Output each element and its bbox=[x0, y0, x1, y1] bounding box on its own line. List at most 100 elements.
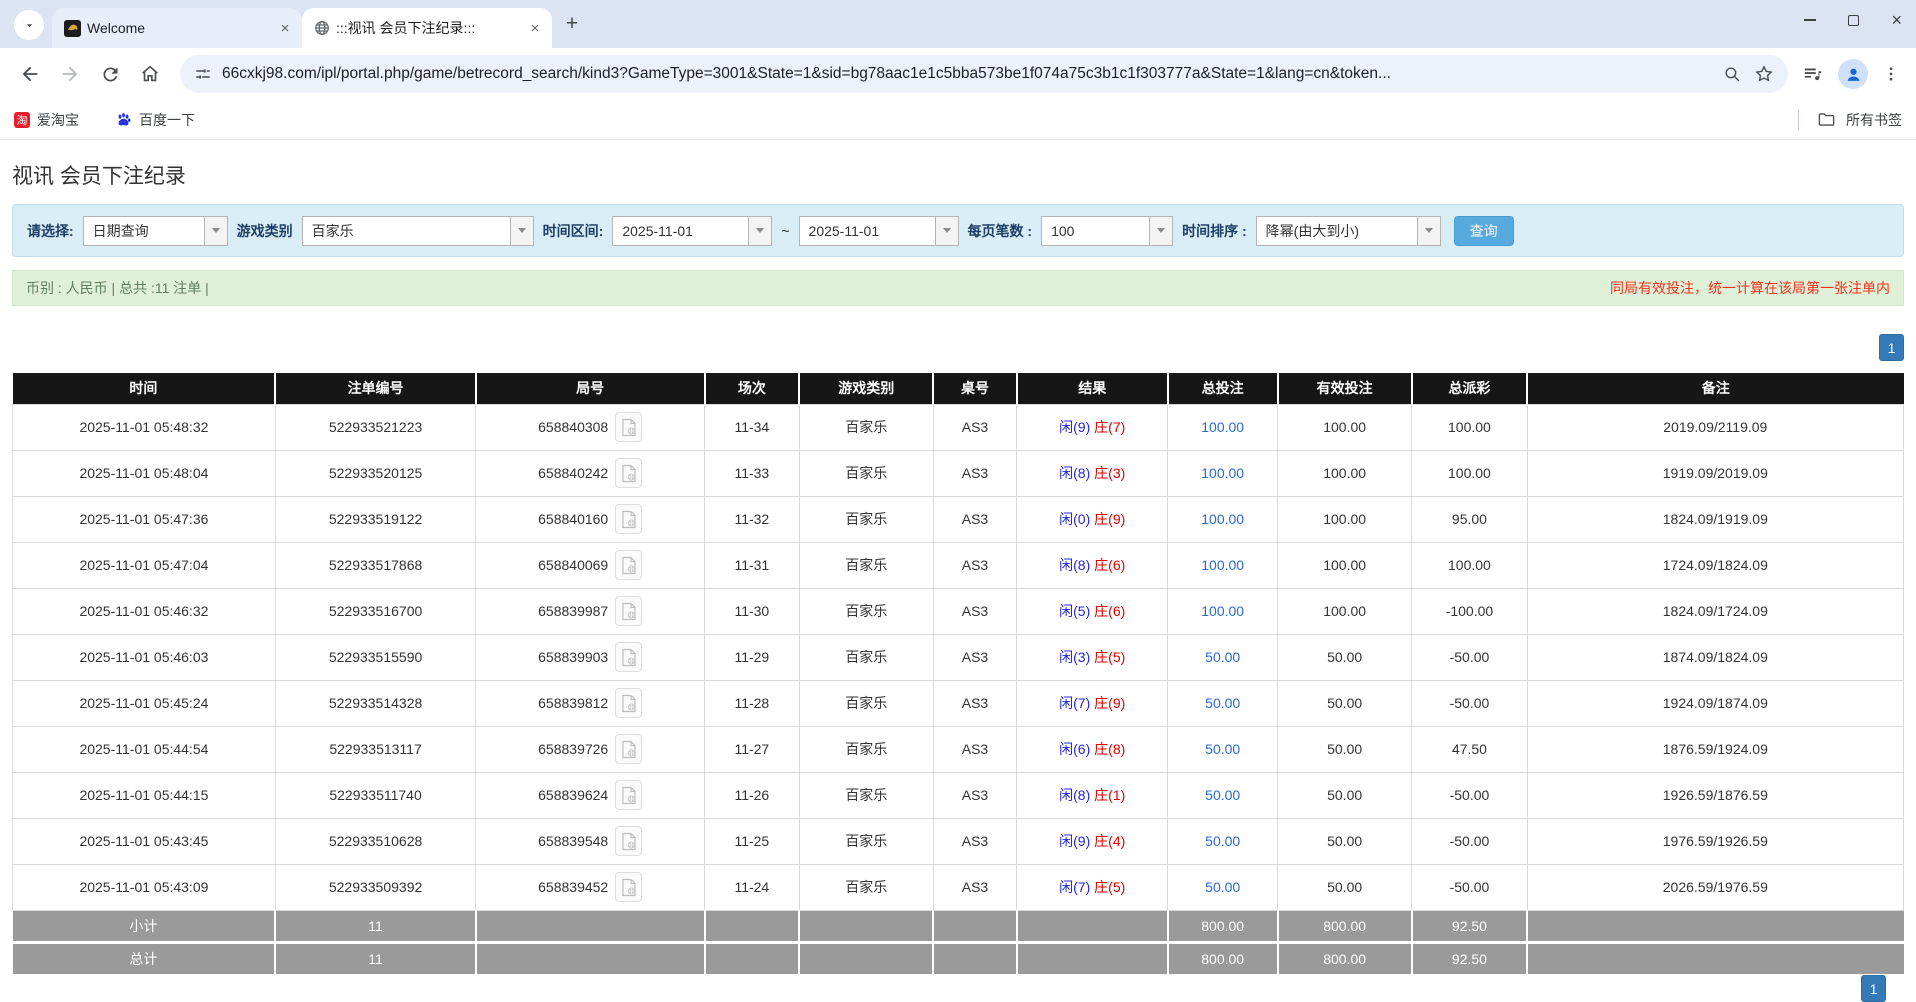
total-bet-link[interactable]: 50.00 bbox=[1205, 649, 1240, 665]
total-bet-link[interactable]: 50.00 bbox=[1205, 787, 1240, 803]
time-sort-dropdown-arrow[interactable] bbox=[1417, 216, 1441, 246]
video-playback-button[interactable] bbox=[615, 596, 642, 626]
per-page-dropdown-arrow[interactable] bbox=[1149, 216, 1173, 246]
column-header-0: 时间 bbox=[13, 373, 276, 404]
cell-result: 闲(7) 庄(5) bbox=[1017, 864, 1168, 910]
query-type-combobox[interactable]: 日期查询 bbox=[83, 216, 228, 246]
chevron-down-icon bbox=[23, 19, 36, 32]
page-1-button[interactable]: 1 bbox=[1879, 334, 1904, 361]
bookmark-baidu[interactable]: 百度一下 bbox=[115, 110, 195, 130]
back-button[interactable] bbox=[13, 57, 47, 91]
home-button[interactable] bbox=[133, 57, 167, 91]
search-button[interactable]: 查询 bbox=[1454, 216, 1514, 246]
cell-time: 2025-11-01 05:45:24 bbox=[13, 680, 276, 726]
video-playback-button[interactable] bbox=[615, 412, 642, 442]
video-record-icon bbox=[621, 694, 637, 713]
video-playback-button[interactable] bbox=[615, 642, 642, 672]
total-bet-link[interactable]: 100.00 bbox=[1201, 557, 1244, 573]
cell-valid-bet: 100.00 bbox=[1278, 542, 1412, 588]
cell-bet-id: 522933519122 bbox=[275, 496, 475, 542]
result-banker: 庄(9) bbox=[1094, 511, 1125, 527]
time-sort-combobox[interactable]: 降幂(由大到小) bbox=[1256, 216, 1441, 246]
date-from-value[interactable]: 2025-11-01 bbox=[612, 216, 748, 246]
round-number: 658839903 bbox=[538, 649, 608, 665]
tab-search-button[interactable] bbox=[14, 10, 44, 40]
total-bet-link[interactable]: 50.00 bbox=[1205, 741, 1240, 757]
bet-records-table: 时间注单编号局号场次游戏类别桌号结果总投注有效投注总派彩备注 2025-11-0… bbox=[12, 373, 1904, 974]
video-playback-button[interactable] bbox=[615, 550, 642, 580]
cell-total-bet: 50.00 bbox=[1168, 680, 1278, 726]
tab-betrecord[interactable]: :::视讯 会员下注纪录::: × bbox=[302, 8, 552, 48]
video-playback-button[interactable] bbox=[615, 780, 642, 810]
table-row: 2025-11-01 05:43:09522933509392658839452… bbox=[13, 864, 1904, 910]
bookmark-aitaobao[interactable]: 淘 爱淘宝 bbox=[14, 110, 79, 130]
date-from-dropdown-arrow[interactable] bbox=[748, 216, 772, 246]
per-page-combobox[interactable]: 100 bbox=[1041, 216, 1173, 246]
total-bet-link[interactable]: 50.00 bbox=[1205, 695, 1240, 711]
cell-bet-id: 522933514328 bbox=[275, 680, 475, 726]
date-to-dropdown-arrow[interactable] bbox=[935, 216, 959, 246]
reload-button[interactable] bbox=[93, 57, 127, 91]
total-bet-link[interactable]: 100.00 bbox=[1201, 603, 1244, 619]
all-bookmarks[interactable]: 所有书签 bbox=[1798, 110, 1902, 130]
tab-betrecord-close-icon[interactable]: × bbox=[526, 19, 544, 37]
video-playback-button[interactable] bbox=[615, 872, 642, 902]
total-bet-link[interactable]: 100.00 bbox=[1201, 511, 1244, 527]
video-playback-button[interactable] bbox=[615, 504, 642, 534]
cell-bet-id: 522933509392 bbox=[275, 864, 475, 910]
cell-game-type: 百家乐 bbox=[799, 680, 933, 726]
date-from-picker[interactable]: 2025-11-01 bbox=[612, 216, 772, 246]
video-playback-button[interactable] bbox=[615, 734, 642, 764]
round-number-wrap: 658839624 bbox=[538, 780, 642, 810]
time-sort-value[interactable]: 降幂(由大到小) bbox=[1256, 216, 1417, 246]
new-tab-button[interactable]: + bbox=[558, 10, 586, 38]
total-bet-link[interactable]: 100.00 bbox=[1201, 419, 1244, 435]
triangle-down-icon bbox=[518, 228, 526, 233]
cell-total-bet: 100.00 bbox=[1168, 450, 1278, 496]
window-maximize-icon[interactable] bbox=[1848, 15, 1859, 26]
filter-panel: 请选择: 日期查询 游戏类别 百家乐 时间区间: 2025-11-01 ~ 20… bbox=[12, 204, 1904, 257]
game-type-dropdown-arrow[interactable] bbox=[510, 216, 534, 246]
url-text[interactable]: 66cxkj98.com/ipl/portal.php/game/betreco… bbox=[222, 65, 1713, 83]
site-settings-tune-icon[interactable] bbox=[194, 65, 212, 83]
total-bet-link[interactable]: 50.00 bbox=[1205, 879, 1240, 895]
cell-round: 658840242 bbox=[476, 450, 705, 496]
per-page-value[interactable]: 100 bbox=[1041, 216, 1149, 246]
total-bet-link[interactable]: 100.00 bbox=[1201, 465, 1244, 481]
game-type-combobox[interactable]: 百家乐 bbox=[302, 216, 534, 246]
game-type-value[interactable]: 百家乐 bbox=[302, 216, 510, 246]
video-playback-button[interactable] bbox=[615, 826, 642, 856]
triangle-down-icon bbox=[212, 228, 220, 233]
cell-payout: -50.00 bbox=[1412, 772, 1527, 818]
query-type-value[interactable]: 日期查询 bbox=[83, 216, 204, 246]
date-to-picker[interactable]: 2025-11-01 bbox=[799, 216, 959, 246]
result-banker: 庄(6) bbox=[1094, 603, 1125, 619]
reload-icon bbox=[100, 64, 121, 85]
video-playback-button[interactable] bbox=[615, 688, 642, 718]
window-close-icon[interactable]: × bbox=[1891, 11, 1902, 29]
tab-welcome-close-icon[interactable]: × bbox=[276, 19, 294, 37]
cell-payout: -50.00 bbox=[1412, 634, 1527, 680]
cell-remark: 1924.09/1874.09 bbox=[1527, 680, 1903, 726]
profile-avatar[interactable] bbox=[1838, 59, 1868, 89]
tab-welcome[interactable]: Welcome × bbox=[52, 8, 302, 48]
cell-result: 闲(6) 庄(8) bbox=[1017, 726, 1168, 772]
bookmark-star-icon[interactable] bbox=[1754, 64, 1774, 84]
column-header-5: 桌号 bbox=[933, 373, 1016, 404]
window-minimize-icon[interactable] bbox=[1804, 19, 1816, 21]
media-controls-icon[interactable] bbox=[1802, 63, 1824, 85]
zoom-icon[interactable] bbox=[1723, 65, 1742, 84]
total-bet-link[interactable]: 50.00 bbox=[1205, 833, 1240, 849]
round-number: 658839452 bbox=[538, 879, 608, 895]
date-to-value[interactable]: 2025-11-01 bbox=[799, 216, 935, 246]
cell-valid-bet: 50.00 bbox=[1278, 864, 1412, 910]
forward-button[interactable] bbox=[53, 57, 87, 91]
address-bar[interactable]: 66cxkj98.com/ipl/portal.php/game/betreco… bbox=[180, 55, 1788, 93]
round-number-wrap: 658839987 bbox=[538, 596, 642, 626]
round-number: 658839624 bbox=[538, 787, 608, 803]
table-row: 2025-11-01 05:48:04522933520125658840242… bbox=[13, 450, 1904, 496]
menu-kebab-icon[interactable] bbox=[1882, 65, 1900, 83]
query-type-dropdown-arrow[interactable] bbox=[204, 216, 228, 246]
result-player: 闲(7) bbox=[1059, 695, 1090, 711]
video-playback-button[interactable] bbox=[615, 458, 642, 488]
